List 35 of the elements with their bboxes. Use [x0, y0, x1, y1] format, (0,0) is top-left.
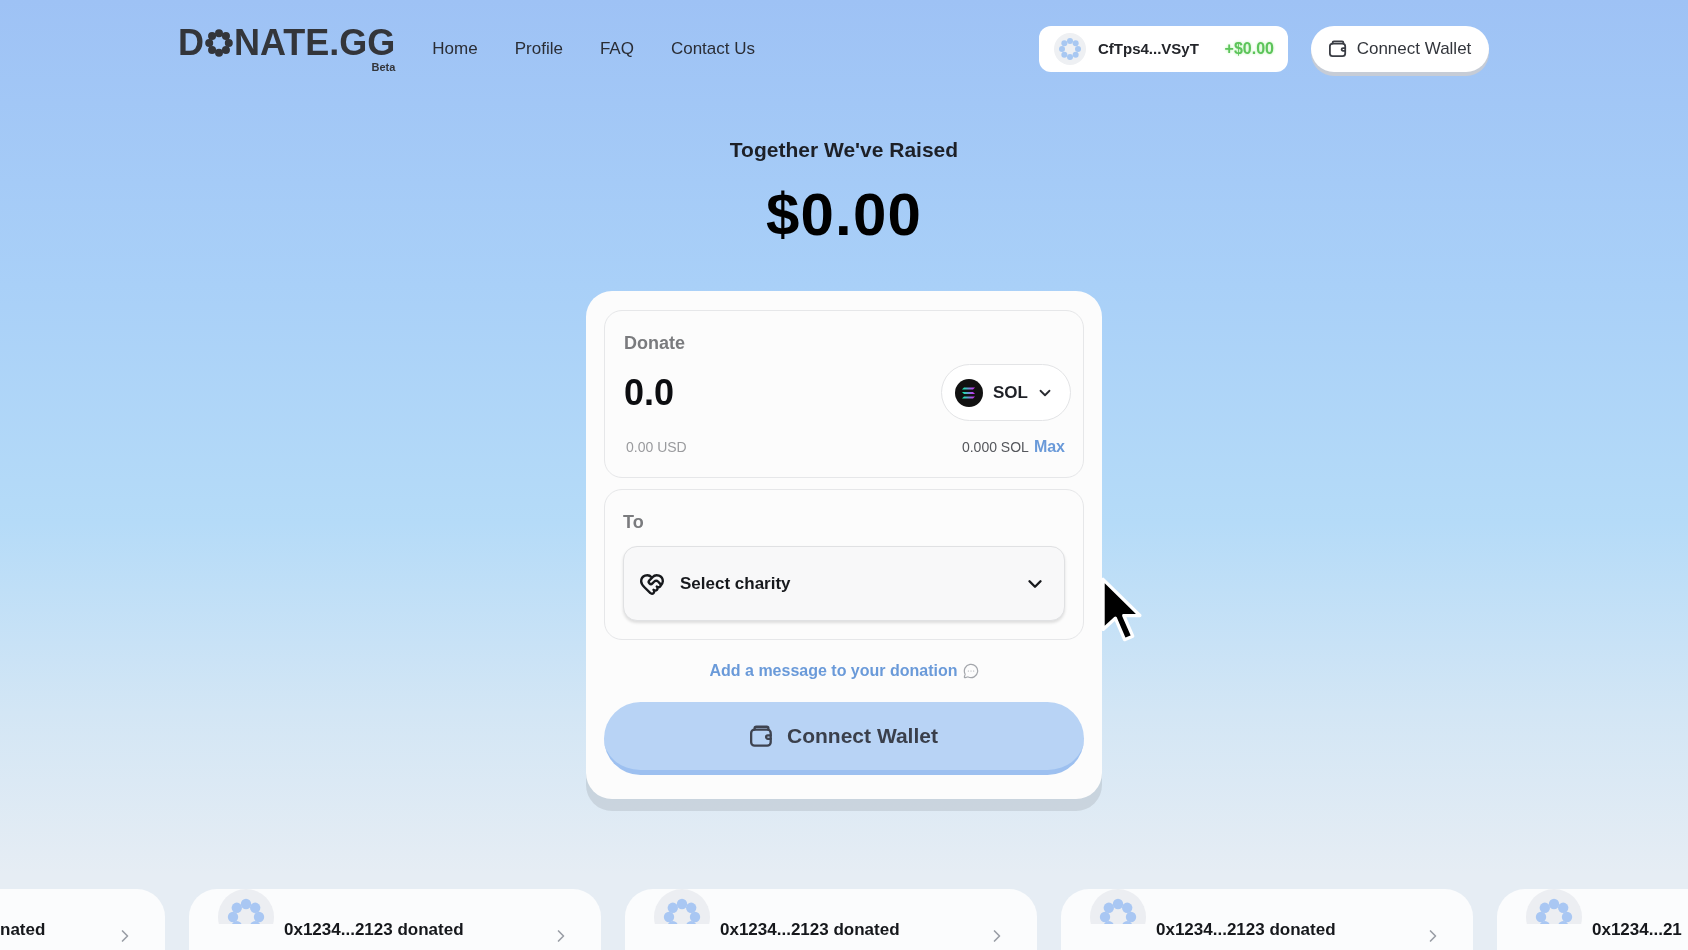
donation-text: 0x1234...21 [1592, 919, 1682, 941]
wallet-badge[interactable]: CfTps4...VSyT +$0.00 [1039, 26, 1288, 72]
wallet-address: CfTps4...VSyT [1098, 39, 1199, 59]
nav-link[interactable]: Profile [514, 37, 563, 61]
logo-text: D [178, 24, 204, 61]
beta-tag: Beta [371, 60, 396, 74]
raised-amount: $0.00 [765, 185, 923, 245]
donate-label: Donate [624, 332, 686, 355]
dot-ring-avatar-icon [218, 889, 274, 924]
donation-text: 0x1234...2123 donated [284, 919, 464, 941]
raised-title: Together We've Raised [729, 137, 959, 163]
sol-balance: 0.000 SOL [961, 438, 1029, 457]
nav-link[interactable]: Home [432, 37, 478, 61]
token-logo-icon [955, 378, 983, 407]
to-label: To [623, 511, 645, 534]
chat-bubble-icon [962, 663, 979, 679]
amount-field[interactable]: 0.0 [624, 370, 675, 415]
connect-wallet-button[interactable]: Connect Wallet [604, 702, 1084, 775]
usd-value: 0.00 USD [626, 438, 687, 457]
nav-link[interactable]: FAQ [599, 37, 634, 61]
dot-ring-avatar-icon [654, 889, 710, 924]
dot-ring-avatar-icon [1526, 889, 1582, 924]
nav-link[interactable]: Contact Us [670, 37, 755, 61]
donation-text: 0x1234...2123 donated [1156, 919, 1336, 941]
logo-text: NATE.GG [234, 24, 396, 61]
wallet-icon [750, 724, 774, 748]
wallet-icon [1328, 40, 1347, 58]
dot-ring-avatar-icon [1090, 889, 1146, 924]
donation-text: 0x1234...2123 donated [720, 919, 900, 941]
charity-select[interactable]: Select charity [623, 546, 1065, 621]
wallet-balance: +$0.00 [1224, 39, 1274, 59]
token-select[interactable]: SOL [941, 364, 1071, 421]
dot-ring-logo-icon [205, 28, 233, 57]
dot-ring-avatar-icon [1054, 33, 1086, 65]
donation-text: nated [0, 919, 46, 941]
